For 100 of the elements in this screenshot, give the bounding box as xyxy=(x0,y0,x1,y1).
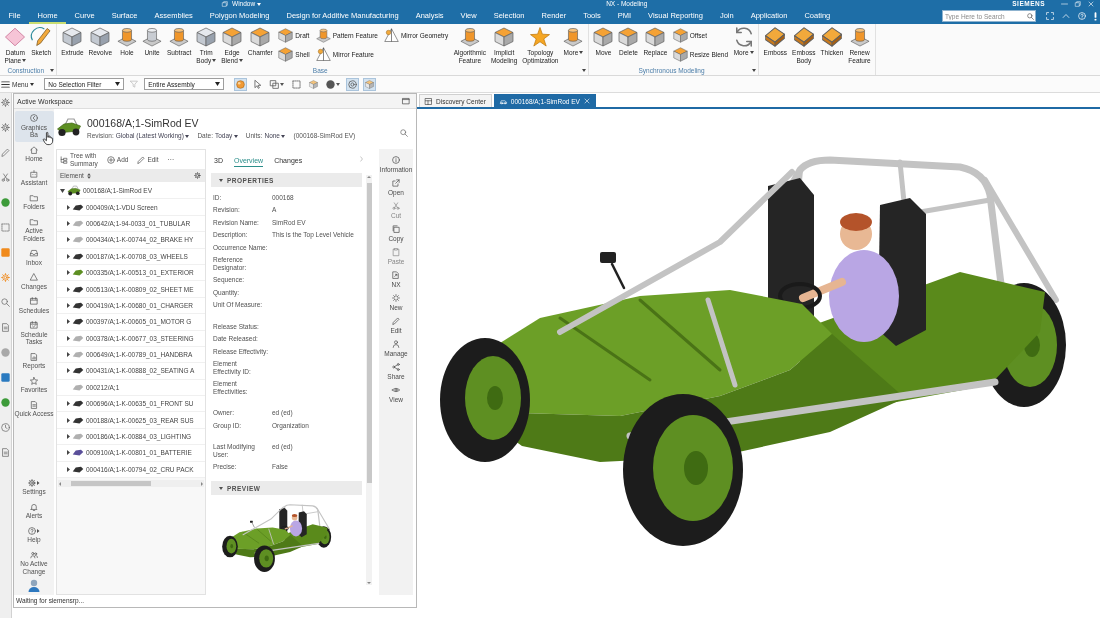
part-icon xyxy=(72,334,84,342)
caret-icon[interactable] xyxy=(49,69,54,72)
part-icon xyxy=(72,203,84,211)
caret-icon[interactable] xyxy=(67,368,70,374)
horizontal-scrollbar[interactable] xyxy=(58,480,204,488)
gear-icon[interactable] xyxy=(194,172,201,179)
search-icon[interactable] xyxy=(1,298,10,307)
cylinder-icon xyxy=(169,27,190,47)
search-icon[interactable] xyxy=(1027,12,1034,20)
part-icon xyxy=(72,252,84,260)
object-title: 000168/A;1-SimRod EV xyxy=(87,117,200,130)
gear-icon[interactable] xyxy=(1,98,10,107)
caret-icon[interactable] xyxy=(60,188,65,193)
maximize-icon[interactable] xyxy=(402,97,410,105)
restore-icon[interactable] xyxy=(222,1,228,7)
document-icon[interactable] xyxy=(1,448,10,457)
toolbar-button[interactable] xyxy=(268,77,287,91)
gear-icon[interactable] xyxy=(1,123,10,132)
open-icon xyxy=(392,179,400,187)
cube-icon xyxy=(309,79,319,89)
caret-icon[interactable] xyxy=(67,335,70,341)
calendar-icon xyxy=(30,297,38,305)
disc-icon[interactable] xyxy=(1,198,10,207)
caret-icon[interactable] xyxy=(67,253,70,259)
triangle-icon xyxy=(383,28,399,43)
disc-icon[interactable] xyxy=(1,398,10,407)
restore-icon[interactable] xyxy=(1075,1,1081,7)
chevron-up-icon[interactable] xyxy=(1062,13,1070,19)
part-icon xyxy=(72,285,84,293)
caret-icon[interactable] xyxy=(67,270,70,276)
clock-icon[interactable] xyxy=(1,423,10,432)
part-icon xyxy=(72,236,84,244)
pencil-icon[interactable] xyxy=(1,148,10,157)
part-icon xyxy=(72,383,84,391)
help-icon[interactable] xyxy=(1078,12,1086,20)
caret-icon[interactable] xyxy=(67,237,70,243)
caret-icon xyxy=(281,134,286,138)
cylinder-icon xyxy=(142,27,162,47)
toolbar-button[interactable] xyxy=(234,77,248,91)
calendar-check-icon xyxy=(30,321,38,329)
caret-icon[interactable] xyxy=(67,352,70,358)
info-icon xyxy=(392,156,400,164)
caret-icon[interactable] xyxy=(67,302,70,308)
eye-icon xyxy=(392,386,400,394)
search-icon[interactable] xyxy=(400,129,408,137)
caret-icon[interactable] xyxy=(67,204,70,210)
close-icon[interactable] xyxy=(1088,1,1094,7)
part-icon xyxy=(72,269,84,277)
part-icon xyxy=(72,301,84,309)
caret-icon[interactable] xyxy=(67,466,70,472)
block-icon xyxy=(618,27,639,47)
document-icon[interactable] xyxy=(1,323,10,332)
caret-icon[interactable] xyxy=(67,319,70,325)
refresh-icon xyxy=(733,27,754,47)
caret-icon[interactable] xyxy=(752,69,757,72)
block-icon xyxy=(62,27,83,47)
block-icon xyxy=(222,27,243,47)
fullscreen-icon[interactable] xyxy=(1046,12,1054,20)
alert-icon[interactable] xyxy=(1094,11,1097,21)
caret-icon[interactable] xyxy=(67,286,70,292)
disc-icon[interactable] xyxy=(1,348,10,357)
caret-icon[interactable] xyxy=(581,69,586,72)
toolbar-button[interactable] xyxy=(324,77,343,91)
close-icon[interactable] xyxy=(583,98,590,104)
part-icon xyxy=(72,318,84,326)
layers-icon xyxy=(270,79,280,89)
avatar-icon[interactable] xyxy=(28,579,40,592)
help-icon xyxy=(28,526,37,535)
block-icon xyxy=(494,27,515,47)
caret-icon[interactable] xyxy=(67,434,70,440)
car-icon xyxy=(56,117,82,137)
export-icon xyxy=(392,271,400,279)
caret-icon[interactable] xyxy=(67,450,70,456)
cylinder-icon xyxy=(563,27,584,47)
people-icon xyxy=(30,550,38,559)
part-icon xyxy=(72,367,84,375)
plane-icon xyxy=(5,27,26,47)
vertical-scrollbar[interactable] xyxy=(366,175,372,585)
square-icon[interactable] xyxy=(1,248,10,257)
dotted-square-icon xyxy=(292,79,302,89)
caret-icon[interactable] xyxy=(67,417,70,423)
disc-icon xyxy=(326,79,336,89)
slab-icon xyxy=(765,27,786,47)
scissors-icon[interactable] xyxy=(1,173,10,182)
cylinder-icon xyxy=(117,27,137,47)
triangle-icon xyxy=(30,273,38,281)
dotted-square-icon[interactable] xyxy=(1,223,10,232)
caret-icon[interactable] xyxy=(67,220,70,226)
caret-icon[interactable] xyxy=(67,401,70,407)
square-icon[interactable] xyxy=(1,373,10,382)
block-icon xyxy=(645,27,666,47)
pencil-icon xyxy=(137,155,146,164)
tree-icon xyxy=(60,155,68,164)
car-icon xyxy=(67,185,81,197)
block-icon xyxy=(90,27,111,47)
pencil-icon xyxy=(31,27,52,47)
sphere-icon xyxy=(236,79,246,89)
cursor-icon xyxy=(253,79,263,89)
toolbar-button[interactable] xyxy=(346,77,360,91)
gear-icon xyxy=(28,478,37,487)
